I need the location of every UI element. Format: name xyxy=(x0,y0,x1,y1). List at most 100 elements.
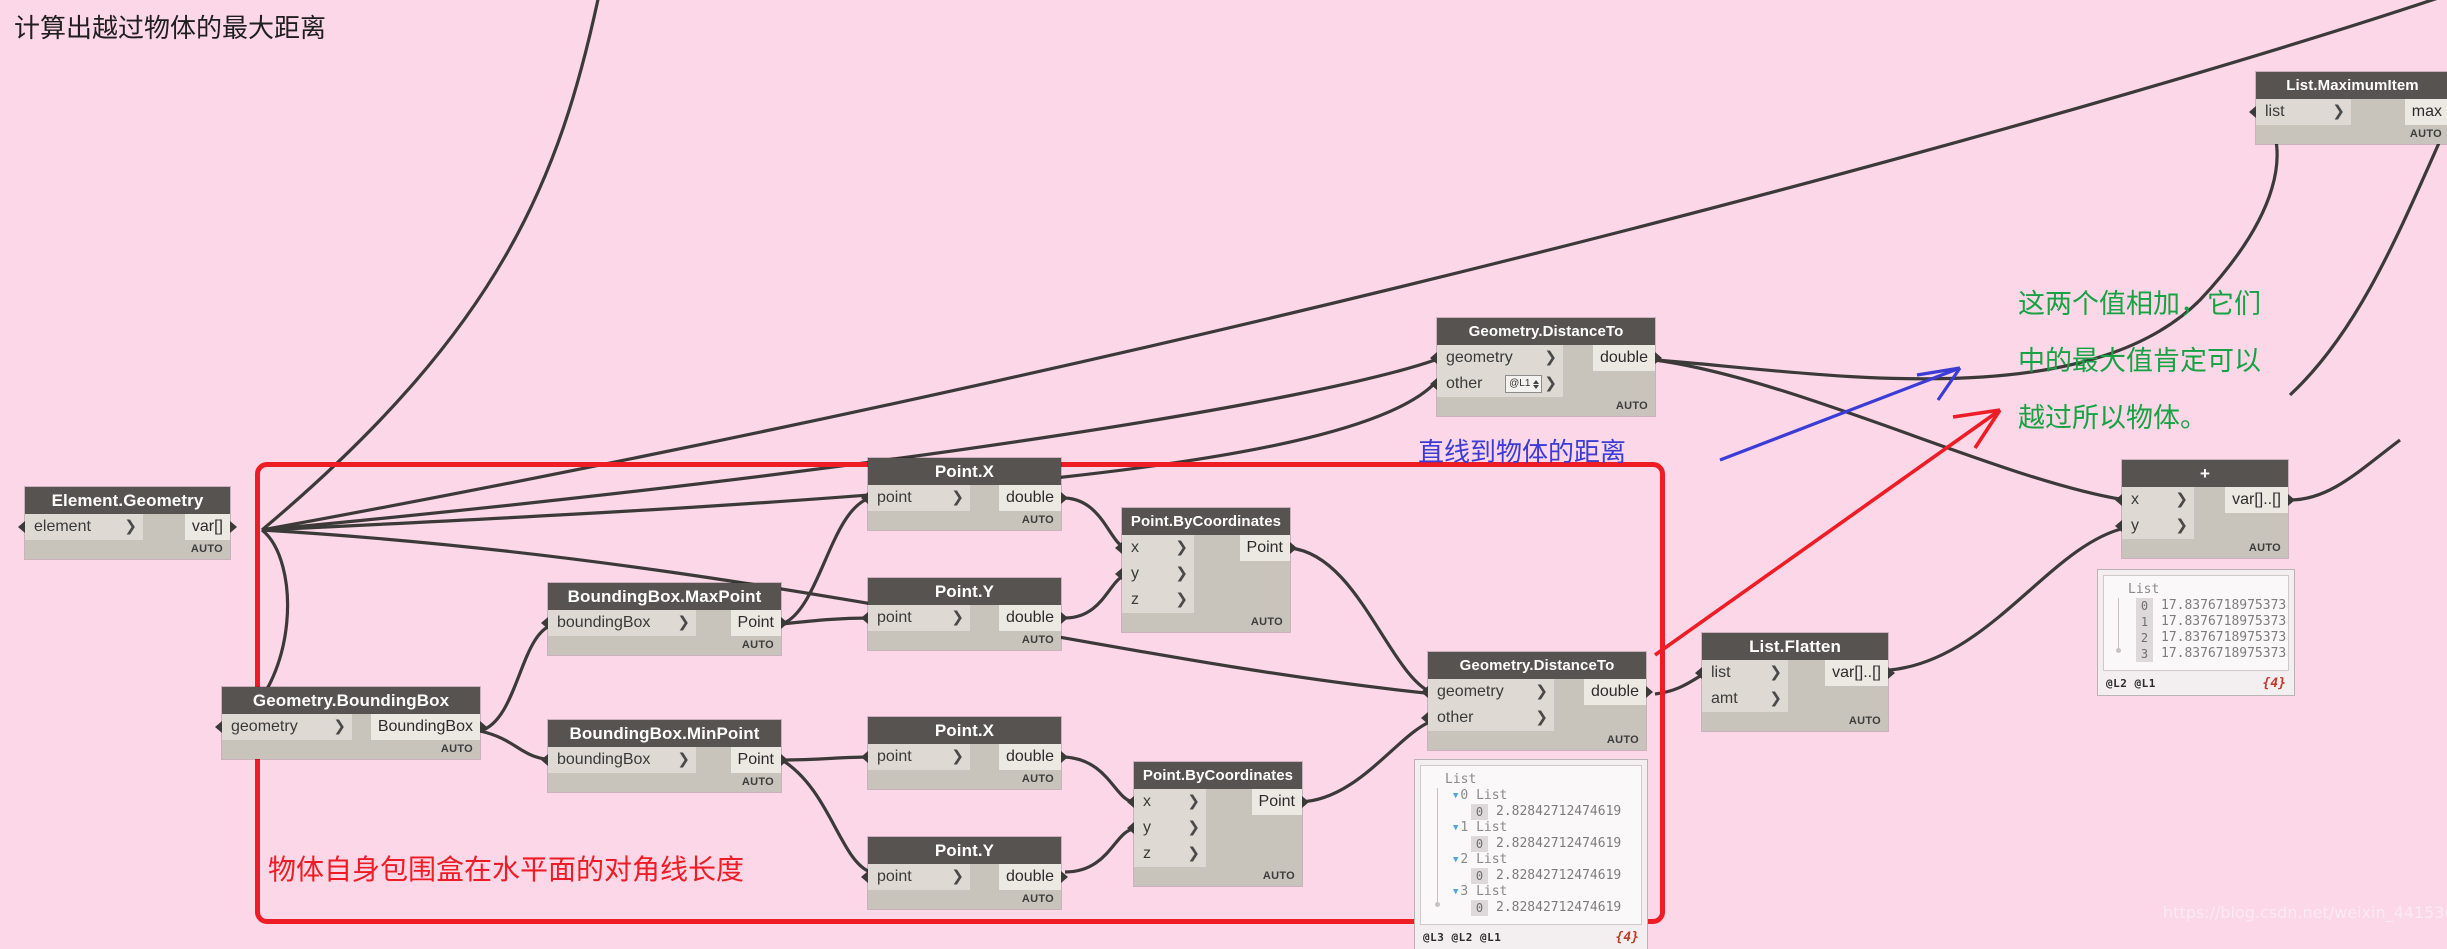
input-port-z[interactable]: z ❯ xyxy=(1122,587,1290,613)
node-point-x-bottom[interactable]: Point.X point ❯ double AUTO xyxy=(861,717,1068,789)
preview-item-index: 0 xyxy=(1471,900,1488,916)
output-port-point[interactable]: Point xyxy=(730,610,788,636)
preview-item-row: 2 17.8376718975373 xyxy=(2136,630,2286,646)
output-port-double[interactable]: double xyxy=(1583,679,1653,705)
input-port-x[interactable]: x ❯ Point xyxy=(1115,535,1297,561)
input-port-geometry[interactable]: geometry ❯ BoundingBox xyxy=(215,714,487,740)
input-port-other[interactable]: other @L1 ❯ xyxy=(1430,371,1655,397)
chevron-right-icon: ❯ xyxy=(1175,565,1188,582)
output-port-var[interactable]: var[]..[] xyxy=(1825,660,1895,686)
chevron-right-icon: ❯ xyxy=(1535,709,1548,726)
input-port-other[interactable]: other ❯ xyxy=(1421,705,1646,731)
output-port-boundingbox[interactable]: BoundingBox xyxy=(370,714,487,740)
chevron-right-icon: ❯ xyxy=(951,868,964,885)
node-footer-lacing: AUTO xyxy=(1250,616,1283,628)
output-connector-nub xyxy=(230,521,237,533)
annotation-red-note: 物体自身包围盒在水平面的对角线长度 xyxy=(268,853,745,886)
input-label: list xyxy=(2265,103,2285,120)
wire-max-out xyxy=(2288,124,2447,397)
output-connector-nub xyxy=(1302,796,1309,808)
output-port-double[interactable]: double xyxy=(1592,345,1662,371)
preview-item-row: 0 2.82842712474619 xyxy=(1453,868,1633,884)
node-list-flatten[interactable]: List.Flatten list ❯ var[]..[] amt ❯ AUTO xyxy=(1695,633,1895,731)
chevron-right-icon: ❯ xyxy=(1544,375,1557,392)
red-arrow xyxy=(1653,408,2002,657)
output-port-double[interactable]: double xyxy=(998,605,1068,631)
node-title: Point.ByCoordinates xyxy=(1134,762,1302,789)
output-port-max[interactable]: max xyxy=(2404,99,2447,125)
output-connector-nub xyxy=(1290,542,1297,554)
preview-item-value: 17.8376718975373 xyxy=(2161,646,2287,661)
wire-bg-2 xyxy=(261,0,2438,532)
input-port-y[interactable]: y ❯ xyxy=(1127,815,1302,841)
input-connector-nub xyxy=(861,871,868,883)
input-port-y[interactable]: y ❯ xyxy=(2115,513,2288,539)
input-port-list[interactable]: list ❯ max xyxy=(2249,99,2447,125)
input-port-geometry[interactable]: geometry ❯ double xyxy=(1430,345,1662,371)
node-geometry-boundingbox[interactable]: Geometry.BoundingBox geometry ❯ Bounding… xyxy=(215,687,487,759)
input-label: y xyxy=(1131,565,1139,582)
node-title: Geometry.DistanceTo xyxy=(1437,318,1655,345)
input-port-z[interactable]: z ❯ xyxy=(1134,841,1302,867)
input-port-point[interactable]: point ❯ double xyxy=(861,605,1068,631)
node-geometry-distanceto-top[interactable]: Geometry.DistanceTo geometry ❯ double ot… xyxy=(1430,318,1662,416)
preview-sum-list[interactable]: List 0 17.8376718975373 1 17.83767189753… xyxy=(2098,570,2294,695)
node-element-geometry[interactable]: Element.Geometry element ❯ var[] AUTO xyxy=(18,487,237,559)
input-label: point xyxy=(877,489,912,506)
preview-item-value: 2.82842712474619 xyxy=(1496,804,1622,819)
triangle-down-icon: ▼ xyxy=(1453,855,1459,865)
input-port-y[interactable]: y ❯ xyxy=(1115,561,1290,587)
lacing-selector[interactable]: @L1 xyxy=(1505,375,1543,393)
input-port-element[interactable]: element ❯ var[] xyxy=(18,514,237,540)
output-port-double[interactable]: double xyxy=(998,744,1068,770)
node-list-maximumitem[interactable]: List.MaximumItem list ❯ max AUTO xyxy=(2249,72,2447,144)
wire-flatten-to-plus xyxy=(1889,526,2126,672)
input-port-point[interactable]: point ❯ double xyxy=(861,485,1068,511)
node-point-y-bottom[interactable]: Point.Y point ❯ double AUTO xyxy=(861,837,1068,909)
preview-count: {4} xyxy=(1615,930,1639,945)
node-boundingbox-maxpoint[interactable]: BoundingBox.MaxPoint boundingBox ❯ Point… xyxy=(541,583,788,655)
input-port-list[interactable]: list ❯ var[]..[] xyxy=(1695,660,1895,686)
input-port-x[interactable]: x ❯ var[]..[] xyxy=(2115,487,2295,513)
input-connector-nub xyxy=(2115,494,2122,506)
input-label: boundingBox xyxy=(557,751,651,768)
node-plus[interactable]: + x ❯ var[]..[] y ❯ AUTO xyxy=(2115,460,2295,558)
dynamo-canvas[interactable]: 计算出越过物体的最大距离 Element.Geometry element ❯ … xyxy=(0,0,2447,949)
output-port-point[interactable]: Point xyxy=(1239,535,1297,561)
node-point-bycoordinates-bottom[interactable]: Point.ByCoordinates x ❯ Point y ❯ z ❯ AU… xyxy=(1127,762,1309,886)
output-connector-nub xyxy=(2288,494,2295,506)
preview-group-row: ▼ 1 List xyxy=(1453,820,1633,836)
input-port-point[interactable]: point ❯ double xyxy=(861,864,1068,890)
output-port-double[interactable]: double xyxy=(998,485,1068,511)
node-title: Point.X xyxy=(868,458,1061,485)
input-port-point[interactable]: point ❯ double xyxy=(861,744,1068,770)
input-port-amt[interactable]: amt ❯ xyxy=(1702,686,1888,712)
preview-group-row: ▼ 0 List xyxy=(1453,788,1633,804)
input-port-x[interactable]: x ❯ Point xyxy=(1127,789,1309,815)
output-port-point[interactable]: Point xyxy=(730,747,788,773)
output-port-var[interactable]: var[]..[] xyxy=(2225,487,2295,513)
triangle-down-icon: ▼ xyxy=(1453,791,1459,801)
spinner-icon[interactable] xyxy=(1533,379,1540,389)
input-port-geometry[interactable]: geometry ❯ double xyxy=(1421,679,1653,705)
chevron-right-icon: ❯ xyxy=(951,609,964,626)
input-connector-nub xyxy=(541,754,548,766)
node-point-y-top[interactable]: Point.Y point ❯ double AUTO xyxy=(861,578,1068,650)
output-port-double[interactable]: double xyxy=(998,864,1068,890)
preview-item-index: 0 xyxy=(1471,836,1488,852)
input-connector-nub xyxy=(1695,667,1702,679)
input-label: geometry xyxy=(231,718,298,735)
node-point-bycoordinates-top[interactable]: Point.ByCoordinates x ❯ Point y ❯ z ❯ AU… xyxy=(1115,508,1297,632)
input-connector-nub xyxy=(2249,106,2256,118)
node-geometry-distanceto-bottom[interactable]: Geometry.DistanceTo geometry ❯ double ot… xyxy=(1421,652,1653,750)
output-port-var[interactable]: var[] xyxy=(184,514,237,540)
node-boundingbox-minpoint[interactable]: BoundingBox.MinPoint boundingBox ❯ Point… xyxy=(541,720,788,792)
output-port-point[interactable]: Point xyxy=(1251,789,1309,815)
input-port-boundingbox[interactable]: boundingBox ❯ Point xyxy=(541,610,788,636)
node-title: Element.Geometry xyxy=(25,487,230,514)
node-title: List.Flatten xyxy=(1702,633,1888,660)
input-port-boundingbox[interactable]: boundingBox ❯ Point xyxy=(541,747,788,773)
preview-distance-list[interactable]: List ▼ 0 List 0 2.82842712474619 ▼ 1 Lis… xyxy=(1415,760,1647,949)
node-point-x-top[interactable]: Point.X point ❯ double AUTO xyxy=(861,458,1068,530)
preview-item-value: 2.82842712474619 xyxy=(1496,900,1622,915)
